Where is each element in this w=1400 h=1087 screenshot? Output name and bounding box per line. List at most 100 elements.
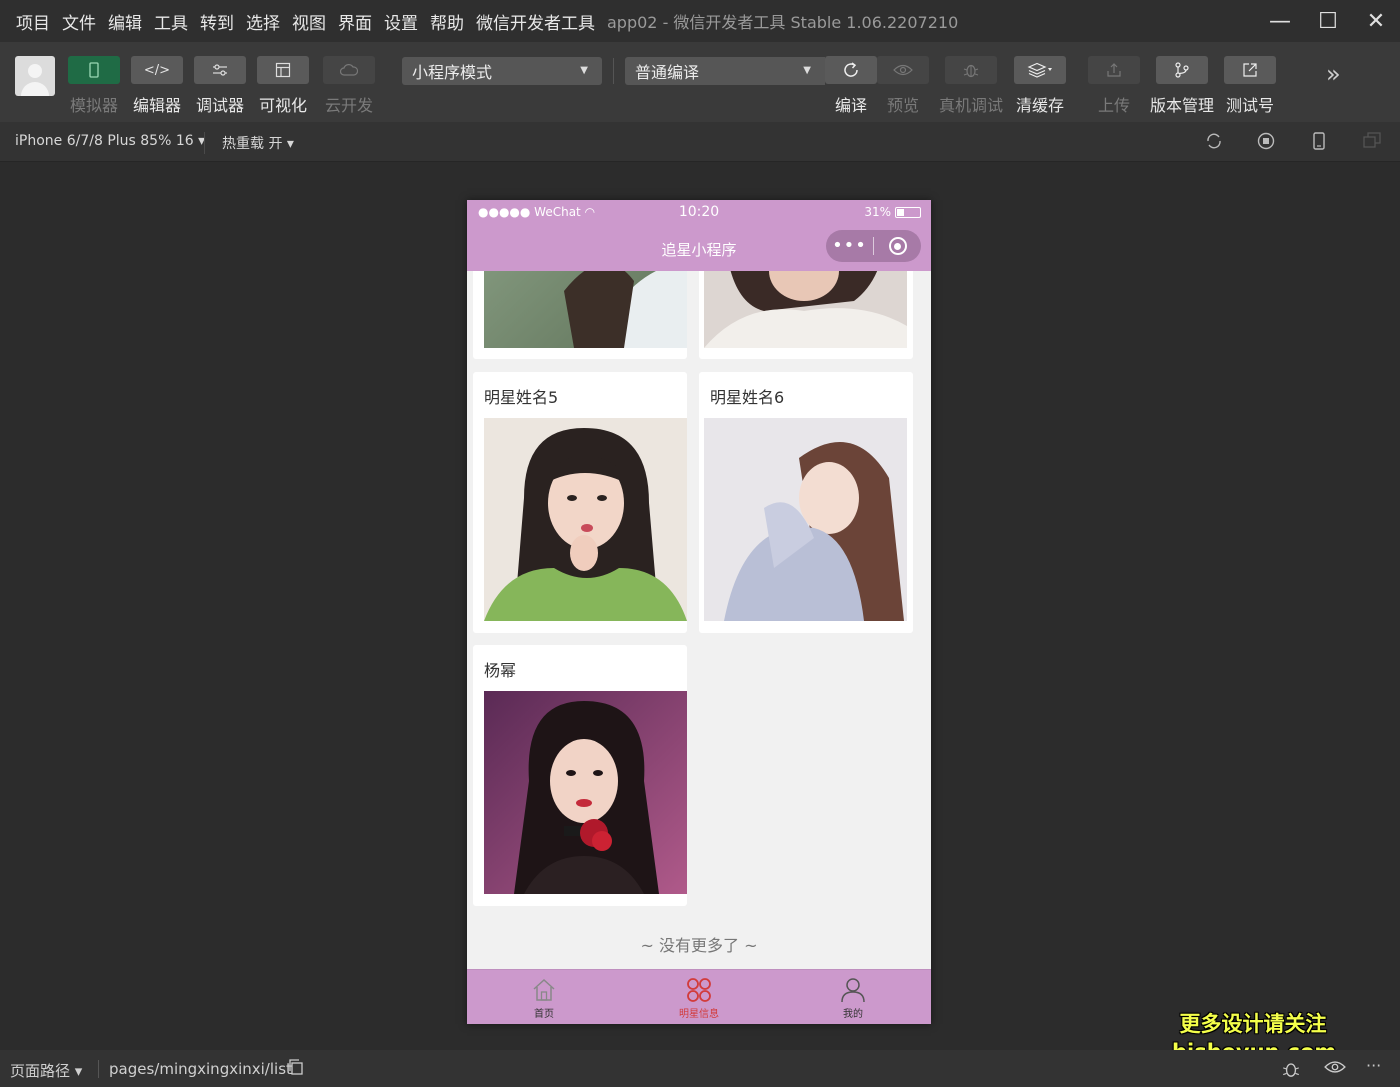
clear-cache-button[interactable]: 清缓存 [1014, 56, 1066, 116]
maximize-button[interactable]: ☐ [1304, 0, 1352, 42]
device-icon[interactable] [1309, 132, 1329, 152]
page-path-select[interactable]: 页面路径 ▾ [10, 1060, 82, 1081]
status-time: 10:20 [678, 204, 720, 220]
version-label: 版本管理 [1150, 96, 1215, 115]
status-divider [98, 1060, 99, 1078]
hot-reload-select[interactable]: 热重载 开 ▾ [222, 133, 294, 153]
menu-interface[interactable]: 界面 [338, 9, 372, 34]
phone-status-bar: ●●●●● WeChat ◠ 10:20 31% [467, 200, 931, 226]
bug-icon[interactable] [1281, 1059, 1301, 1083]
tab-star-info[interactable]: 明星信息 [622, 970, 776, 1024]
compile-select[interactable]: 普通编译 ▼ [625, 57, 825, 85]
refresh-icon[interactable] [825, 56, 877, 84]
avatar-body [21, 82, 49, 96]
star-card[interactable] [473, 271, 687, 359]
preview-label: 预览 [886, 96, 919, 115]
star-card[interactable]: 明星姓名6 [699, 372, 913, 633]
bug-icon[interactable] [945, 56, 997, 84]
toolbar-divider [613, 58, 614, 84]
simulator-label: 模拟器 [69, 96, 118, 115]
branch-icon[interactable] [1156, 56, 1208, 84]
detach-window-icon[interactable] [1362, 132, 1382, 152]
compile-label: 编译 [834, 96, 867, 115]
star-photo [484, 691, 687, 894]
preview-button[interactable]: 预览 [877, 56, 929, 116]
copy-icon[interactable] [288, 1059, 304, 1079]
eye-icon[interactable] [1324, 1059, 1346, 1078]
rotate-icon[interactable] [1204, 132, 1224, 152]
tab-mine-label: 我的 [843, 1009, 863, 1020]
compile-button[interactable]: 编译 [825, 56, 877, 116]
menu-project[interactable]: 项目 [16, 9, 50, 34]
star-photo [704, 271, 907, 348]
menu-settings[interactable]: 设置 [384, 9, 418, 34]
double-chevron-right-icon[interactable]: » [1326, 60, 1341, 88]
external-link-icon[interactable] [1224, 56, 1276, 84]
layout-icon[interactable] [257, 56, 309, 84]
simulator-bar: iPhone 6/7/8 Plus 85% 16 ▾ 热重载 开 ▾ [0, 122, 1400, 162]
tab-star-info-label: 明星信息 [679, 1009, 719, 1020]
close-mini-program-button[interactable] [874, 237, 921, 255]
simulator-toggle[interactable]: 模拟器 [68, 56, 120, 116]
eye-icon[interactable] [877, 56, 929, 84]
debugger-toggle[interactable]: 调试器 [194, 56, 246, 116]
clover-icon [687, 978, 711, 1002]
subbar-divider [204, 132, 205, 154]
cloud-icon[interactable] [323, 56, 375, 84]
battery-percent: 31% [864, 205, 891, 219]
star-card[interactable]: 杨幂 [473, 645, 687, 906]
avatar-head [28, 64, 42, 78]
more-dots-icon[interactable]: ••• [826, 230, 873, 262]
tab-home[interactable]: 首页 [467, 970, 621, 1024]
home-icon [533, 978, 555, 1001]
upload-button[interactable]: 上传 [1088, 56, 1140, 116]
star-name: 明星姓名6 [710, 388, 785, 407]
code-icon[interactable]: </> [131, 56, 183, 84]
star-card[interactable] [699, 271, 913, 359]
remote-debug-label: 真机调试 [939, 96, 1004, 115]
menu-bar: 项目 文件 编辑 工具 转到 选择 视图 界面 设置 帮助 微信开发者工具 ap… [0, 0, 1400, 42]
menu-view[interactable]: 视图 [292, 9, 326, 34]
star-card[interactable]: 明星姓名5 [473, 372, 687, 633]
mode-select-value: 小程序模式 [412, 63, 493, 82]
caret-down-icon: ▼ [580, 65, 588, 76]
editor-toggle[interactable]: </> 编辑器 [131, 56, 183, 116]
mode-select[interactable]: 小程序模式 ▼ [402, 57, 602, 85]
debugger-label: 调试器 [195, 96, 244, 115]
phone-icon[interactable] [68, 56, 120, 84]
stop-record-icon[interactable] [1256, 132, 1276, 152]
upload-icon[interactable] [1088, 56, 1140, 84]
window-controls: — ☐ ✕ [1256, 0, 1400, 42]
menu-goto[interactable]: 转到 [200, 9, 234, 34]
tab-mine[interactable]: 我的 [776, 970, 930, 1024]
watermark-line1: 更多设计请关注 [1179, 1012, 1327, 1036]
cloud-toggle[interactable]: 云开发 [323, 56, 375, 116]
menu-file[interactable]: 文件 [62, 9, 96, 34]
menu-wechat-devtools[interactable]: 微信开发者工具 [476, 9, 595, 34]
clear-cache-label: 清缓存 [1015, 96, 1064, 115]
menu-tools[interactable]: 工具 [154, 9, 188, 34]
caret-down-icon: ▼ [803, 65, 811, 76]
more-icon[interactable]: ··· [1366, 1056, 1381, 1075]
visual-toggle[interactable]: 可视化 [257, 56, 309, 116]
close-button[interactable]: ✕ [1352, 0, 1400, 42]
battery-fill [897, 208, 904, 216]
version-button[interactable]: 版本管理 [1150, 56, 1214, 116]
test-account-button[interactable]: 测试号 [1224, 56, 1276, 116]
menu-help[interactable]: 帮助 [430, 9, 464, 34]
menu-edit[interactable]: 编辑 [108, 9, 142, 34]
editor-label: 编辑器 [132, 96, 181, 115]
star-name: 杨幂 [484, 661, 517, 680]
tab-bar: 首页 明星信息 我的 [467, 969, 931, 1024]
status-bar: 页面路径 ▾ pages/mingxingxinxi/list ··· [0, 1050, 1400, 1087]
avatar[interactable] [15, 56, 55, 96]
menu-select[interactable]: 选择 [246, 9, 280, 34]
star-list: 明星姓名5 明星姓名6 杨幂 ~ 没有更多了 ~ [467, 271, 931, 969]
mini-program-navbar: 追星小程序 ••• [467, 226, 931, 271]
sliders-icon[interactable] [194, 56, 246, 84]
device-select[interactable]: iPhone 6/7/8 Plus 85% 16 ▾ [15, 133, 205, 149]
remote-debug-button[interactable]: 真机调试 [939, 56, 1003, 116]
test-account-label: 测试号 [1225, 96, 1274, 115]
layers-icon[interactable] [1014, 56, 1066, 84]
minimize-button[interactable]: — [1256, 0, 1304, 42]
